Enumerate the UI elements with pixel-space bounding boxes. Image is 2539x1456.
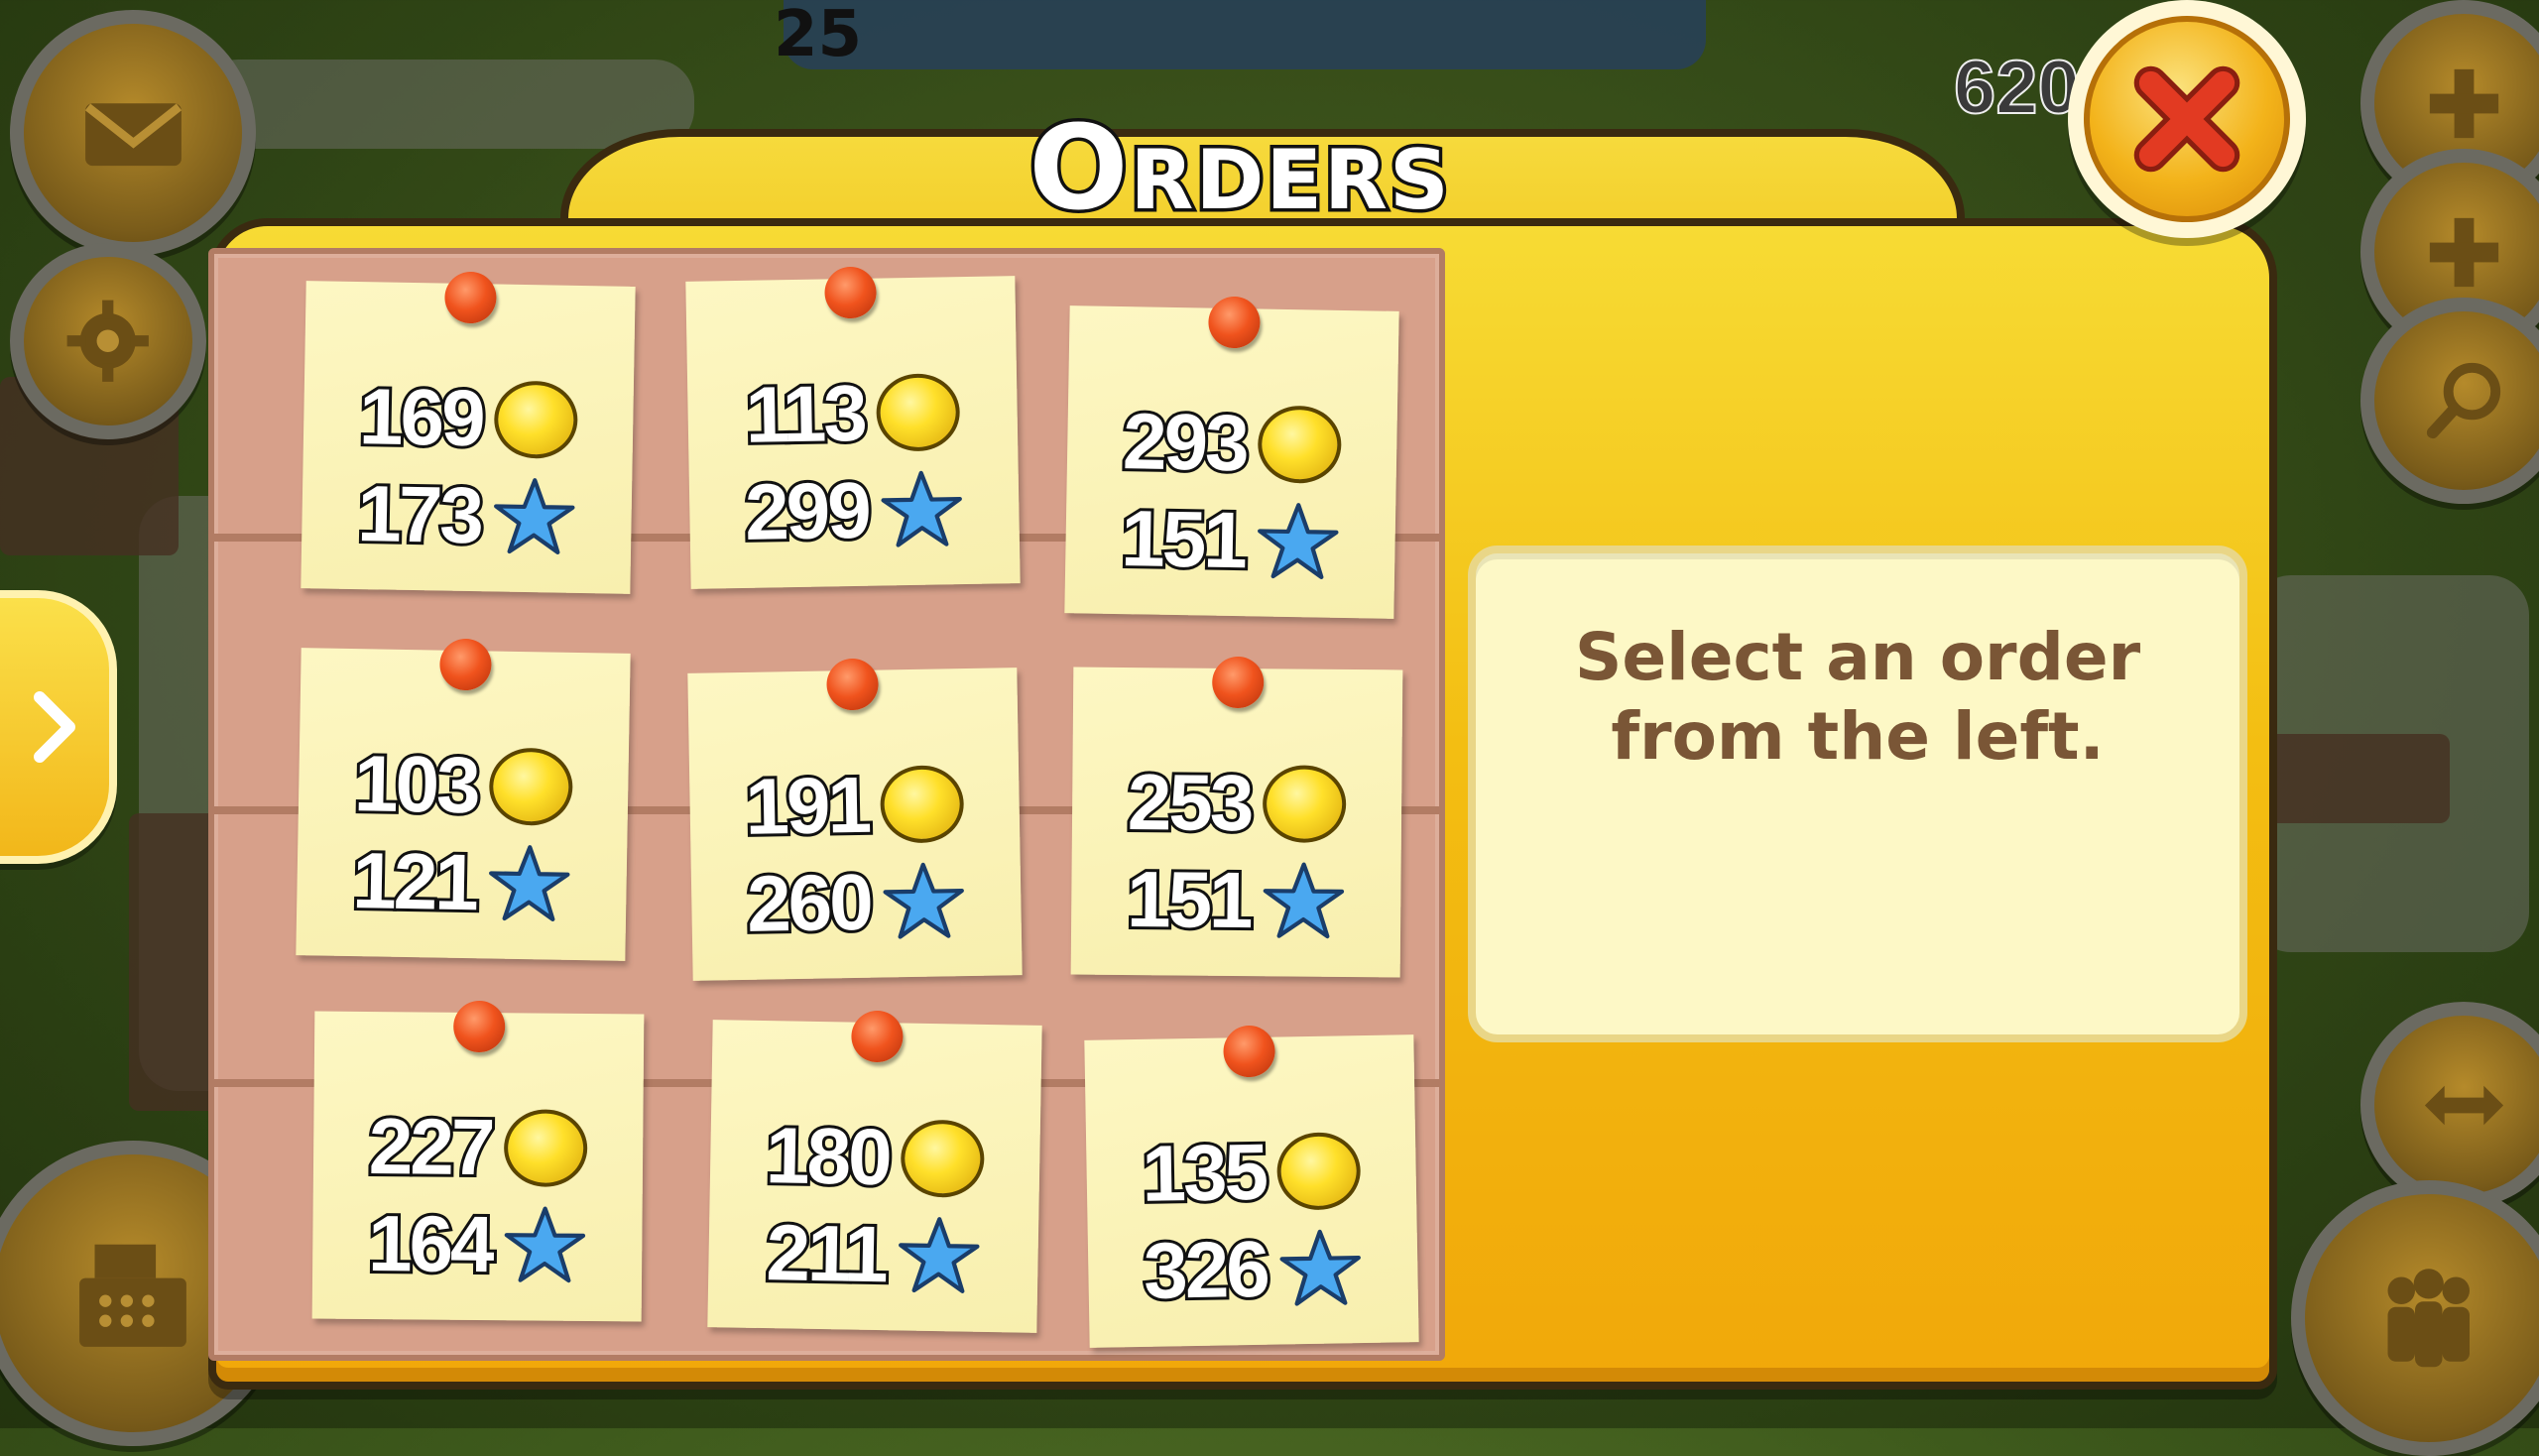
arrow-right-icon [34,691,75,763]
order-card[interactable]: 180 211 [707,1010,1042,1333]
coin-icon [504,1109,588,1187]
star-icon [1258,503,1339,579]
x-icon [2133,65,2240,173]
coin-icon [900,1119,986,1198]
magnifier-icon [2426,362,2500,438]
expand-side-button[interactable] [0,590,117,864]
order-board: 169 173 113 299 293 151 103 121 191 260 … [208,248,1445,1361]
star-icon [899,1217,980,1293]
gear-icon [66,300,150,383]
dialog-title: Orders [1026,96,1453,240]
order-coins: 293 [1119,394,1250,490]
pushpin-icon [1208,296,1261,349]
plus-icon [2429,217,2498,287]
close-button-face [2084,16,2290,222]
order-details-panel: Select an order from the left. [1468,546,2247,1042]
pushpin-icon [439,638,492,691]
star-icon [494,478,575,554]
order-coins: 103 [350,736,481,832]
order-coins: 135 [1139,1125,1270,1221]
star-icon [883,862,965,939]
order-xp: 326 [1140,1222,1270,1318]
coin-icon [1276,1132,1362,1211]
order-xp: 151 [1124,852,1254,947]
pushpin-icon [1212,656,1265,709]
order-xp: 164 [365,1196,495,1291]
order-card[interactable]: 293 151 [1064,296,1399,619]
star-icon [489,845,570,921]
order-card[interactable]: 227 164 [311,1000,645,1322]
order-coins: 253 [1125,755,1255,850]
plus-icon [2429,68,2498,138]
order-card[interactable]: 103 121 [296,638,631,961]
pushpin-icon [1223,1025,1275,1078]
star-icon [1279,1229,1362,1306]
order-coins: 227 [366,1099,496,1194]
order-coins: 180 [762,1108,893,1204]
settings-button[interactable] [10,243,206,439]
expand-icon [2424,1085,2503,1125]
coin-icon [488,747,574,826]
order-coins: 191 [742,758,873,854]
pushpin-icon [824,266,877,319]
coin-icon [876,373,961,452]
cash-register-icon [79,1244,186,1347]
star-icon [881,470,963,547]
order-coins: 113 [742,366,869,462]
pushpin-icon [826,658,879,711]
order-xp: 173 [354,466,485,562]
coin-icon [880,765,965,844]
order-xp: 121 [349,833,480,929]
pushpin-icon [444,271,497,324]
order-card[interactable]: 253 151 [1070,656,1403,978]
coin-icon [493,380,579,459]
order-xp: 151 [1118,491,1249,587]
level-badge: 25 [774,0,863,71]
coin-icon [1257,405,1343,484]
order-xp: 299 [741,463,872,559]
order-card[interactable]: 135 326 [1084,1025,1419,1348]
xp-progress-bar [784,0,1706,69]
star-icon [1263,862,1345,939]
close-button[interactable] [2068,0,2306,238]
pushpin-icon [453,1000,506,1053]
order-coins: 169 [355,369,486,465]
coin-icon [1263,765,1347,843]
order-card[interactable]: 191 260 [687,658,1023,981]
select-order-message: Select an order from the left. [1574,619,2141,775]
envelope-icon [84,102,181,166]
star-icon [504,1206,586,1283]
pushpin-icon [851,1010,904,1063]
orders-dialog: Orders 169 173 113 299 293 151 103 121 1… [208,96,2277,1390]
order-card[interactable]: 169 173 [301,271,636,594]
people-icon [2387,1269,2471,1368]
order-card[interactable]: 113 299 [685,266,1021,589]
order-xp: 260 [743,855,874,951]
order-xp: 211 [763,1205,890,1301]
